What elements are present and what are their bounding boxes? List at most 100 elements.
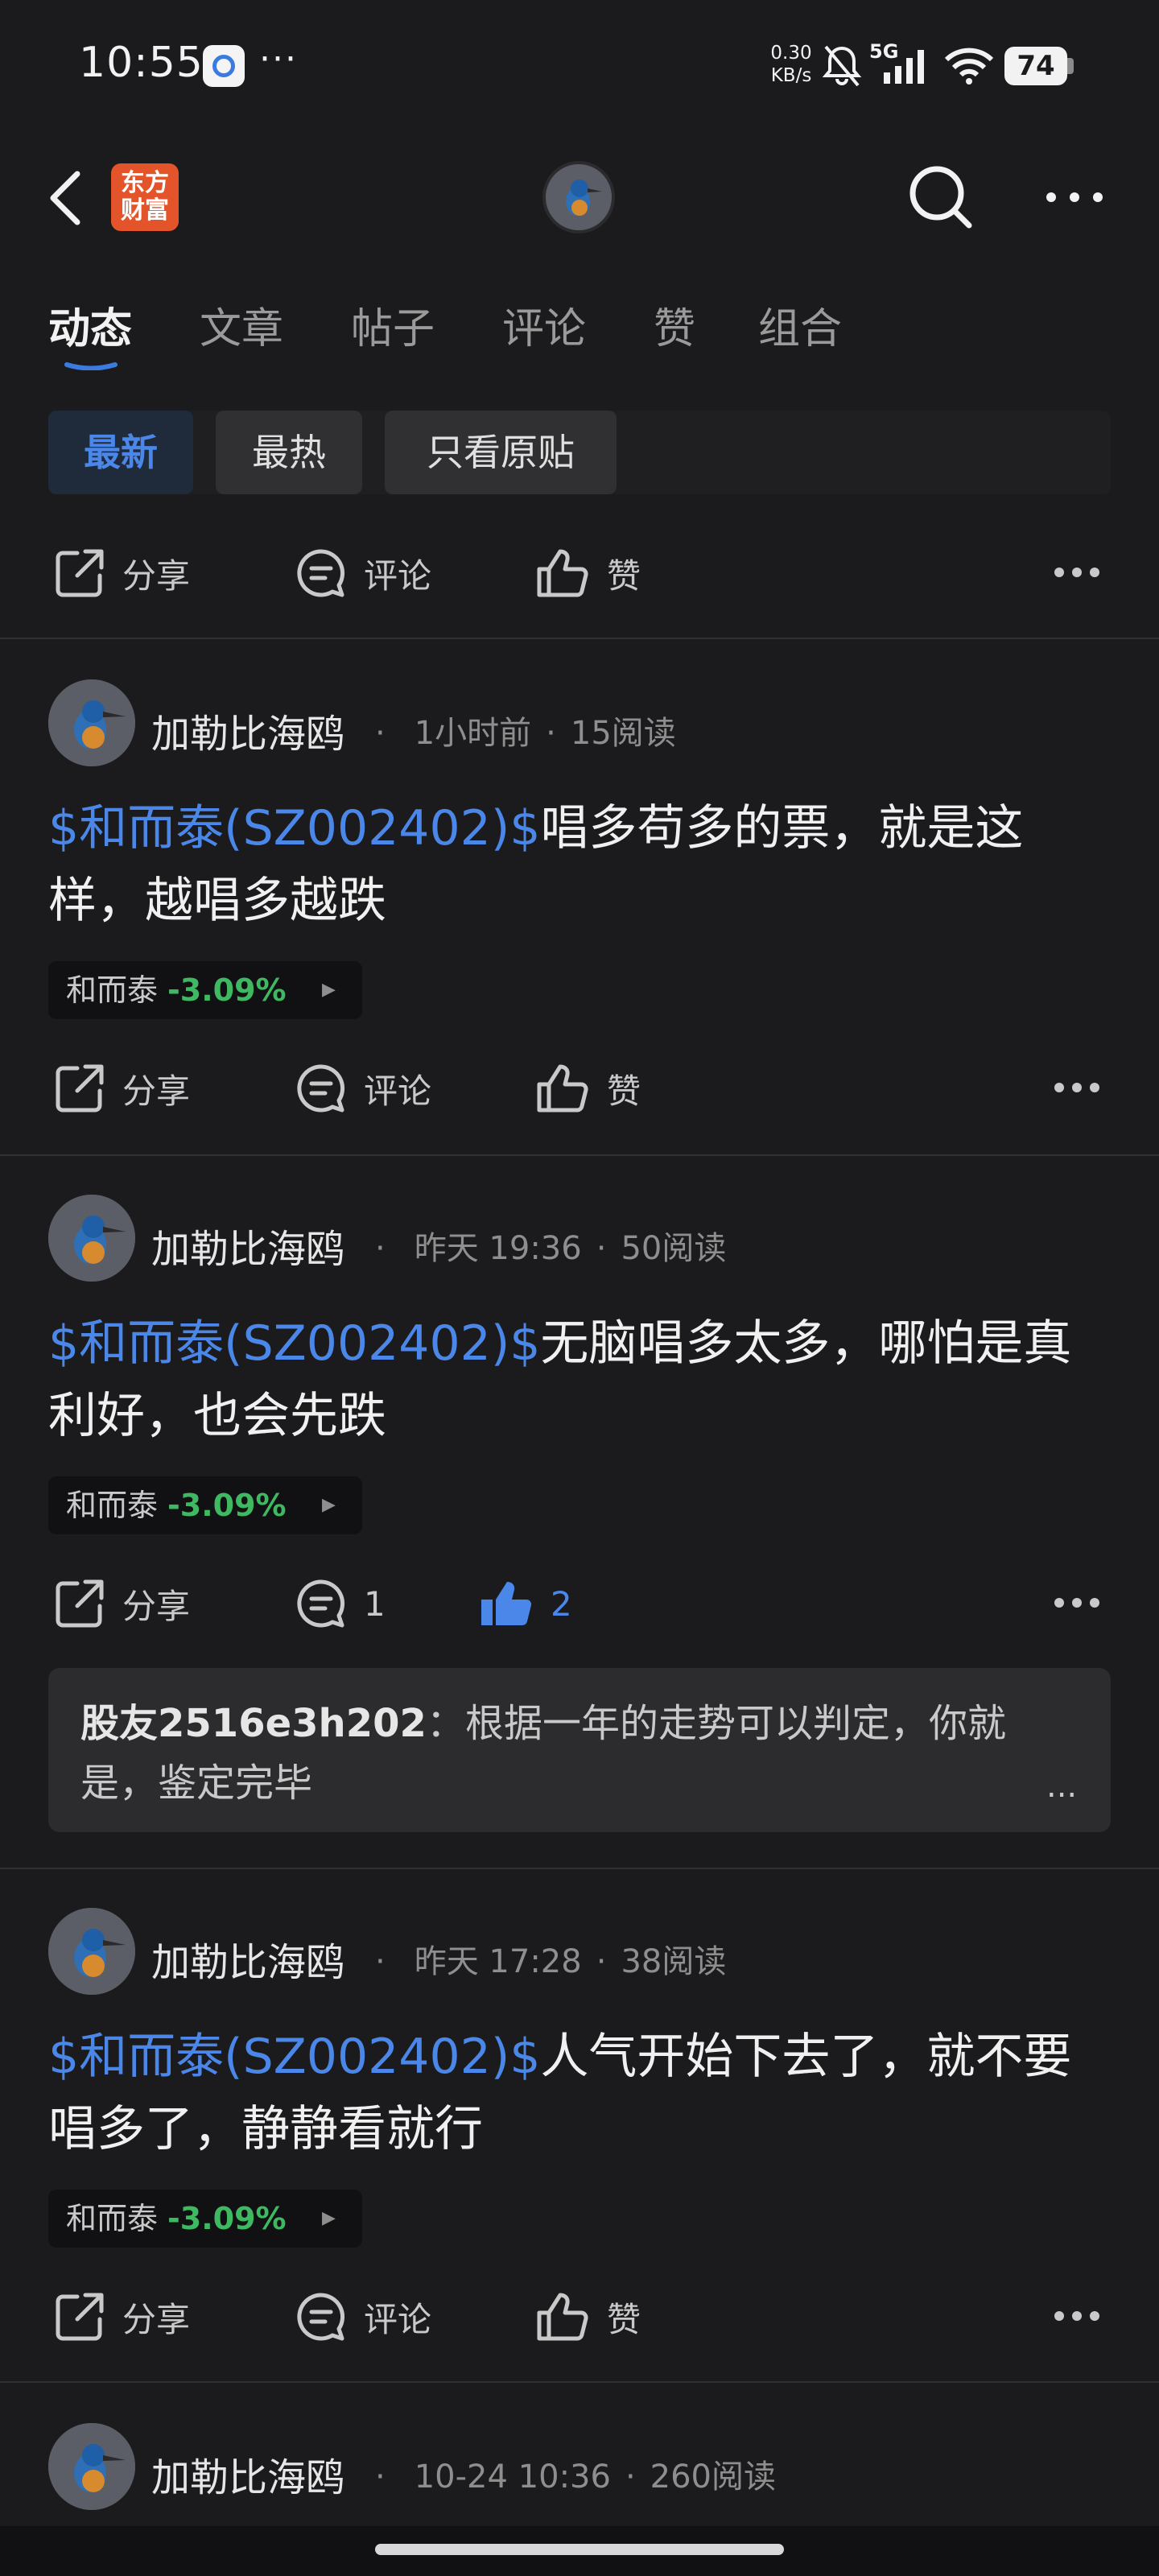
comment-button[interactable]: 评论	[295, 2293, 431, 2341]
author-avatar[interactable]	[48, 1908, 135, 1995]
post-more-icon[interactable]	[1053, 560, 1101, 584]
stock-ticker-chip[interactable]: 和而泰 -3.09% ▶	[48, 1476, 362, 1534]
post-body[interactable]: $和而泰(SZ002402)$无脑唱多太多，哪怕是真利好，也会先跌	[48, 1307, 1111, 1452]
stock-ticker-chip[interactable]: 和而泰 -3.09% ▶	[48, 961, 362, 1019]
like-button[interactable]: 赞	[534, 2293, 641, 2341]
more-horizontal-icon	[1046, 192, 1103, 202]
tab-articles[interactable]: 文章	[200, 295, 283, 355]
post-header: 加勒比海鸥 · 昨天 17:28 · 38阅读	[0, 1908, 1159, 1996]
network-speed-unit: KB/s	[770, 65, 812, 86]
comment-label: 评论	[364, 2299, 432, 2339]
like-button[interactable]: 赞	[534, 1064, 641, 1113]
commenter-name[interactable]: 股友2516e3h202	[80, 1701, 427, 1746]
like-button[interactable]: 2	[478, 1579, 572, 1628]
filter-latest-chip[interactable]: 最新	[48, 411, 193, 494]
comment-label: 评论	[364, 1071, 432, 1111]
post-reads: 38阅读	[621, 1943, 727, 1980]
ticker-change: -3.09%	[167, 1488, 287, 1523]
thumbs-up-icon	[537, 549, 588, 597]
active-tab-indicator	[64, 362, 118, 370]
tab-dynamic[interactable]: 动态	[48, 295, 132, 355]
stock-link[interactable]: $和而泰(SZ002402)$	[48, 2029, 540, 2085]
post-more-icon[interactable]	[1053, 1075, 1101, 1100]
comment-button[interactable]: 1	[295, 1579, 386, 1628]
share-label: 分享	[122, 1071, 191, 1111]
filter-original-only-chip[interactable]: 只看原贴	[385, 411, 617, 494]
kingfisher-avatar-image	[48, 679, 135, 766]
author-name[interactable]: 加勒比海鸥	[151, 702, 344, 758]
post-header: 加勒比海鸥 · 昨天 19:36 · 50阅读	[0, 1195, 1159, 1283]
like-label: 赞	[607, 2299, 641, 2339]
battery-indicator: 74	[1004, 47, 1067, 85]
stock-link[interactable]: $和而泰(SZ002402)$	[48, 800, 540, 857]
post-actions: 分享 评论 赞	[0, 1046, 1159, 1127]
comment-button[interactable]: 评论	[295, 549, 431, 597]
share-button[interactable]: 分享	[53, 549, 190, 597]
share-icon	[56, 1579, 104, 1628]
post-body[interactable]: $和而泰(SZ002402)$人气开始下去了，就不要唱多了，静静看就行	[48, 2021, 1111, 2165]
play-arrow-icon: ▶	[322, 980, 336, 1000]
share-button[interactable]: 分享	[53, 1064, 190, 1113]
post-actions: 分享 评论 赞	[0, 2275, 1159, 2355]
post-body[interactable]: $和而泰(SZ002402)$唱多苟多的票，就是这样，越唱多越跌	[48, 792, 1111, 937]
share-icon	[56, 2293, 104, 2341]
tab-comments[interactable]: 评论	[502, 295, 586, 355]
back-button[interactable]	[45, 166, 93, 230]
more-options-button[interactable]	[1038, 161, 1111, 233]
ticker-name: 和而泰	[66, 2201, 159, 2236]
profile-avatar[interactable]	[542, 161, 615, 233]
home-indicator[interactable]	[375, 2544, 784, 2555]
author-name[interactable]: 加勒比海鸥	[151, 1217, 344, 1274]
logo-line-2: 财富	[121, 196, 169, 225]
post-divider	[0, 2381, 1159, 2383]
post-reads: 15阅读	[570, 715, 676, 752]
search-button[interactable]	[905, 161, 977, 233]
like-label: 赞	[607, 555, 641, 596]
mute-bell-icon	[822, 45, 862, 87]
comment-preview[interactable]: 股友2516e3h202：根据一年的走势可以判定，你就是，鉴定完毕	[48, 1668, 1111, 1832]
post-header: 加勒比海鸥 · 10-24 10:36 · 260阅读	[0, 2423, 1159, 2512]
comment-count: 1	[364, 1583, 386, 1624]
stock-ticker-chip[interactable]: 和而泰 -3.09% ▶	[48, 2190, 362, 2248]
post-divider	[0, 1154, 1159, 1156]
ticker-name: 和而泰	[66, 972, 159, 1008]
author-name[interactable]: 加勒比海鸥	[151, 2446, 344, 2502]
author-avatar[interactable]	[48, 2423, 135, 2510]
kingfisher-avatar-image	[48, 2423, 135, 2510]
comment-icon	[297, 549, 345, 597]
post-divider	[0, 1868, 1159, 1869]
share-button[interactable]: 分享	[53, 2293, 190, 2341]
status-time: 10:55	[79, 39, 204, 87]
share-label: 分享	[122, 555, 191, 596]
post-actions: 分享 1 2	[0, 1562, 1159, 1642]
comment-button[interactable]: 评论	[295, 1064, 431, 1113]
share-label: 分享	[122, 2299, 191, 2339]
play-arrow-icon: ▶	[322, 2208, 336, 2228]
author-avatar[interactable]	[48, 679, 135, 766]
comment-icon	[297, 1064, 345, 1113]
network-speed-value: 0.30	[770, 43, 812, 64]
comment-expand-ellipsis[interactable]: ...	[1046, 1768, 1077, 1805]
ticker-name: 和而泰	[66, 1488, 159, 1523]
kingfisher-avatar-image	[48, 1908, 135, 1995]
signal-icon	[884, 50, 924, 84]
author-name[interactable]: 加勒比海鸥	[151, 1930, 344, 1987]
ticker-change: -3.09%	[167, 2201, 287, 2236]
post-more-icon[interactable]	[1053, 2304, 1101, 2328]
status-overflow-icon: ···	[259, 39, 298, 80]
notification-app-icon	[203, 45, 245, 87]
filter-hottest-chip[interactable]: 最热	[216, 411, 362, 494]
post-divider	[0, 638, 1159, 639]
like-button[interactable]: 赞	[534, 549, 641, 597]
post-actions: 分享 评论 赞	[0, 531, 1159, 612]
share-button[interactable]: 分享	[53, 1579, 190, 1628]
tab-likes[interactable]: 赞	[654, 295, 695, 355]
stock-link[interactable]: $和而泰(SZ002402)$	[48, 1315, 540, 1372]
post-more-icon[interactable]	[1053, 1591, 1101, 1615]
author-avatar[interactable]	[48, 1195, 135, 1282]
comment-separator: ：	[426, 1701, 465, 1746]
tab-portfolios[interactable]: 组合	[758, 295, 842, 355]
tab-posts[interactable]: 帖子	[351, 295, 435, 355]
like-count: 2	[551, 1583, 572, 1624]
eastmoney-logo[interactable]: 东方 财富	[111, 163, 179, 231]
